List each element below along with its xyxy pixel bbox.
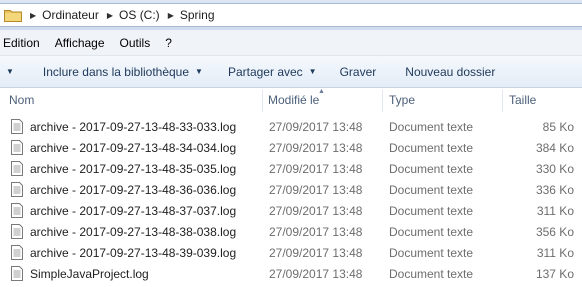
file-type: Document texte xyxy=(389,120,474,134)
column-name[interactable]: Nom xyxy=(9,93,34,107)
file-type: Document texte xyxy=(389,204,474,218)
text-file-icon xyxy=(11,182,23,197)
text-file-icon xyxy=(11,245,23,260)
file-date: 27/09/2017 13:48 xyxy=(269,204,363,218)
file-date: 27/09/2017 13:48 xyxy=(269,267,363,281)
file-date: 27/09/2017 13:48 xyxy=(269,225,363,239)
file-row[interactable]: archive - 2017-09-27-13-48-37-037.log 27… xyxy=(0,201,582,222)
file-name: SimpleJavaProject.log xyxy=(30,267,149,281)
file-type: Document texte xyxy=(389,267,474,281)
chevron-right-icon[interactable]: ▶ xyxy=(107,11,113,20)
text-file-icon xyxy=(11,266,23,281)
file-size: 384 Ko xyxy=(535,141,574,155)
file-name: archive - 2017-09-27-13-48-38-038.log xyxy=(30,225,237,239)
file-row[interactable]: archive - 2017-09-27-13-48-34-034.log 27… xyxy=(0,138,582,159)
column-divider[interactable] xyxy=(502,90,503,112)
text-file-icon xyxy=(11,224,23,239)
file-size: 137 Ko xyxy=(535,267,574,281)
share-label: Partager avec xyxy=(227,64,303,79)
file-row[interactable]: archive - 2017-09-27-13-48-35-035.log 27… xyxy=(0,159,582,180)
burn-button[interactable]: Graver xyxy=(340,65,377,79)
column-header: Nom ▲ Modifié le Type Taille xyxy=(0,88,582,114)
breadcrumb[interactable]: ▶ Ordinateur ▶ OS (C:) ▶ Spring xyxy=(0,3,582,27)
column-type[interactable]: Type xyxy=(389,93,415,107)
new-folder-button[interactable]: Nouveau dossier xyxy=(405,65,495,79)
share-button[interactable]: Partager avec ▼ xyxy=(228,65,317,79)
file-name: archive - 2017-09-27-13-48-33-033.log xyxy=(30,120,237,134)
file-name: archive - 2017-09-27-13-48-39-039.log xyxy=(30,246,237,260)
file-name: archive - 2017-09-27-13-48-35-035.log xyxy=(30,162,237,176)
file-size: 85 Ko xyxy=(542,120,574,134)
menu-help[interactable]: ? xyxy=(163,36,174,50)
file-size: 356 Ko xyxy=(535,225,574,239)
organize-dropdown-button[interactable]: ▼ xyxy=(6,67,14,76)
column-divider[interactable] xyxy=(382,90,383,112)
column-modified[interactable]: Modifié le xyxy=(268,93,319,107)
burn-label: Graver xyxy=(339,64,377,79)
file-size: 311 Ko xyxy=(536,246,574,260)
text-file-icon xyxy=(11,140,23,155)
file-date: 27/09/2017 13:48 xyxy=(269,246,363,260)
column-divider[interactable] xyxy=(262,90,263,112)
file-row[interactable]: archive - 2017-09-27-13-48-39-039.log 27… xyxy=(0,243,582,264)
file-size: 311 Ko xyxy=(536,204,574,218)
file-date: 27/09/2017 13:48 xyxy=(269,120,363,134)
chevron-down-icon: ▼ xyxy=(195,67,203,76)
breadcrumb-item-folder[interactable]: Spring xyxy=(180,8,215,22)
address-bar: ▶ Ordinateur ▶ OS (C:) ▶ Spring xyxy=(0,0,582,31)
chevron-down-icon: ▼ xyxy=(308,67,317,76)
file-row[interactable]: SimpleJavaProject.log 27/09/2017 13:48 D… xyxy=(0,264,582,285)
file-type: Document texte xyxy=(389,141,474,155)
file-date: 27/09/2017 13:48 xyxy=(269,162,363,176)
include-library-label: Inclure dans la bibliothèque xyxy=(42,64,190,79)
file-type: Document texte xyxy=(389,246,474,260)
include-library-button[interactable]: Inclure dans la bibliothèque ▼ xyxy=(43,65,203,79)
command-bar: ▼ Inclure dans la bibliothèque ▼ Partage… xyxy=(0,56,582,88)
column-size[interactable]: Taille xyxy=(509,93,536,107)
chevron-right-icon[interactable]: ▶ xyxy=(30,11,36,20)
file-date: 27/09/2017 13:48 xyxy=(269,141,363,155)
file-row[interactable]: archive - 2017-09-27-13-48-38-038.log 27… xyxy=(0,222,582,243)
file-name: archive - 2017-09-27-13-48-36-036.log xyxy=(30,183,237,197)
file-type: Document texte xyxy=(389,183,474,197)
new-folder-label: Nouveau dossier xyxy=(405,64,496,79)
file-row[interactable]: archive - 2017-09-27-13-48-36-036.log 27… xyxy=(0,180,582,201)
file-name: archive - 2017-09-27-13-48-34-034.log xyxy=(30,141,237,155)
file-date: 27/09/2017 13:48 xyxy=(269,183,363,197)
file-list: archive - 2017-09-27-13-48-33-033.log 27… xyxy=(0,117,582,285)
file-type: Document texte xyxy=(389,225,474,239)
file-name: archive - 2017-09-27-13-48-37-037.log xyxy=(30,204,237,218)
file-row[interactable]: archive - 2017-09-27-13-48-33-033.log 27… xyxy=(0,117,582,138)
menu-outils[interactable]: Outils xyxy=(118,36,153,50)
file-size: 336 Ko xyxy=(535,183,574,197)
text-file-icon xyxy=(11,161,23,176)
chevron-down-icon: ▼ xyxy=(6,67,14,76)
chevron-right-icon[interactable]: ▶ xyxy=(168,11,174,20)
folder-icon xyxy=(4,10,22,22)
menu-affichage[interactable]: Affichage xyxy=(53,36,107,50)
text-file-icon xyxy=(11,119,23,134)
file-type: Document texte xyxy=(389,162,474,176)
breadcrumb-item-drive[interactable]: OS (C:) xyxy=(119,8,160,22)
menu-edition[interactable]: Edition xyxy=(1,36,42,50)
file-size: 330 Ko xyxy=(535,162,574,176)
breadcrumb-item-computer[interactable]: Ordinateur xyxy=(42,8,99,22)
menu-bar: Edition Affichage Outils ? xyxy=(0,30,582,56)
text-file-icon xyxy=(11,203,23,218)
